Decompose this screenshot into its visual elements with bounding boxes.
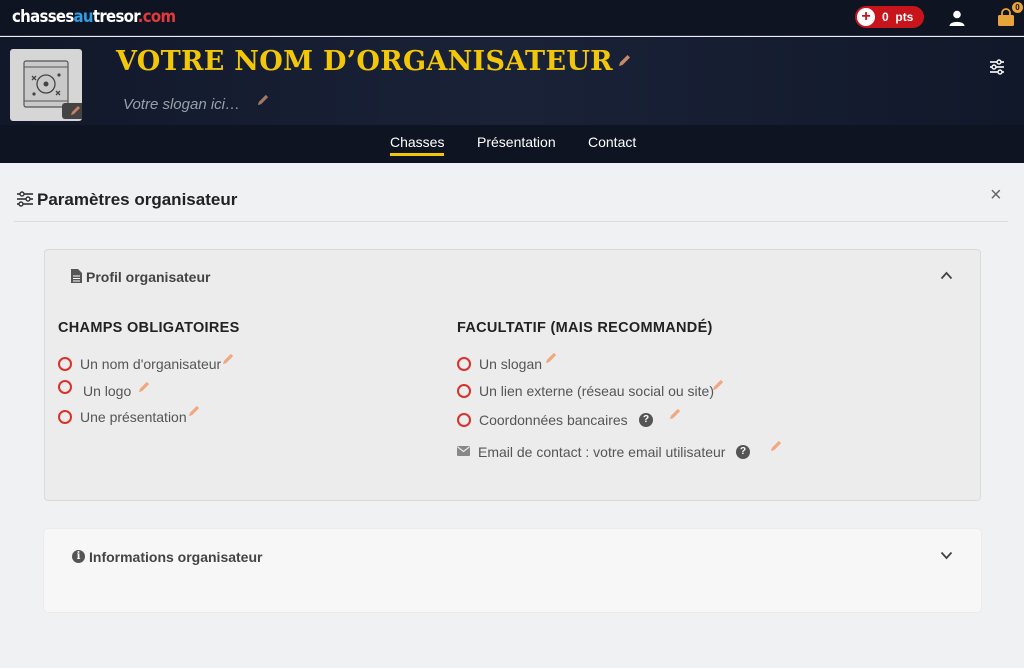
- site-logo[interactable]: chassesautresor.com: [12, 7, 176, 27]
- help-icon[interactable]: ?: [639, 413, 653, 427]
- tab-chasses[interactable]: Chasses: [390, 134, 445, 156]
- sliders-icon: [17, 191, 33, 207]
- edit-slogan-pencil-icon[interactable]: [257, 93, 270, 106]
- info-icon: i: [72, 550, 85, 563]
- pencil-icon[interactable]: [712, 378, 725, 391]
- profile-accordion-header[interactable]: Profil organisateur: [86, 269, 210, 285]
- organizer-tabs: Chasses Présentation Contact: [0, 125, 1024, 163]
- points-value: 0 pts: [882, 10, 914, 24]
- logo-text-au: au: [73, 7, 94, 27]
- logo-text-com: .com: [137, 7, 176, 27]
- divider: [14, 221, 1008, 222]
- pencil-icon[interactable]: [770, 439, 783, 452]
- information-accordion-header[interactable]: Informations organisateur: [89, 549, 262, 565]
- required-item-logo: Un logo: [83, 383, 132, 399]
- required-item-presentation: Une présentation: [80, 409, 187, 425]
- pencil-icon[interactable]: [222, 352, 235, 365]
- missing-status-icon: [58, 357, 72, 371]
- document-icon: [71, 269, 82, 283]
- pencil-icon: [71, 106, 80, 115]
- close-panel-button[interactable]: ×: [990, 184, 1002, 207]
- missing-status-icon: [457, 357, 471, 371]
- optional-item-external-link: Un lien externe (réseau social ou site): [479, 383, 715, 399]
- settings-sliders-icon[interactable]: [988, 58, 1006, 76]
- pencil-icon[interactable]: [188, 404, 201, 417]
- optional-fields-title: FACULTATIF (MAIS RECOMMANDÉ): [457, 320, 713, 336]
- chevron-up-icon[interactable]: [940, 271, 953, 280]
- points-button[interactable]: + 0 pts: [855, 6, 924, 28]
- panel-title: Paramètres organisateur: [37, 190, 238, 209]
- missing-status-icon: [58, 410, 72, 424]
- organizer-slogan: Votre slogan ici…: [123, 96, 240, 113]
- pencil-icon[interactable]: [545, 351, 558, 364]
- organizer-logo[interactable]: [10, 49, 82, 121]
- logo-text-tresor: tresor: [92, 7, 139, 27]
- required-item-name: Un nom d'organisateur: [80, 356, 222, 372]
- envelope-icon: [457, 446, 470, 456]
- pencil-icon[interactable]: [669, 407, 682, 420]
- profile-accordion: [44, 249, 981, 501]
- required-fields-title: CHAMPS OBLIGATOIRES: [58, 320, 240, 336]
- cart-count-badge: 0: [1012, 2, 1023, 13]
- chevron-down-icon[interactable]: [940, 551, 953, 560]
- edit-name-pencil-icon[interactable]: [618, 53, 632, 67]
- organizer-header: VOTRE NOM D’ORGANISATEUR Votre slogan ic…: [0, 37, 1024, 125]
- tab-contact[interactable]: Contact: [588, 134, 636, 150]
- optional-item-slogan: Un slogan: [479, 356, 543, 372]
- missing-status-icon: [457, 413, 471, 427]
- top-navbar: chassesautresor.com + 0 pts 0: [0, 0, 1024, 36]
- user-icon[interactable]: [948, 9, 966, 27]
- edit-logo-button[interactable]: [62, 103, 82, 119]
- plus-icon: +: [857, 8, 875, 26]
- organizer-name-title: VOTRE NOM D’ORGANISATEUR: [116, 46, 613, 77]
- logo-text-chasses: chasses: [12, 7, 74, 27]
- missing-status-icon: [58, 380, 72, 394]
- missing-status-icon: [457, 384, 471, 398]
- help-icon[interactable]: ?: [736, 445, 750, 459]
- tab-presentation[interactable]: Présentation: [477, 134, 556, 150]
- information-accordion: [44, 529, 981, 612]
- optional-item-contact-email: Email de contact : votre email utilisate…: [478, 444, 726, 460]
- optional-item-bank-details: Coordonnées bancaires: [479, 412, 628, 428]
- pencil-icon[interactable]: [138, 380, 151, 393]
